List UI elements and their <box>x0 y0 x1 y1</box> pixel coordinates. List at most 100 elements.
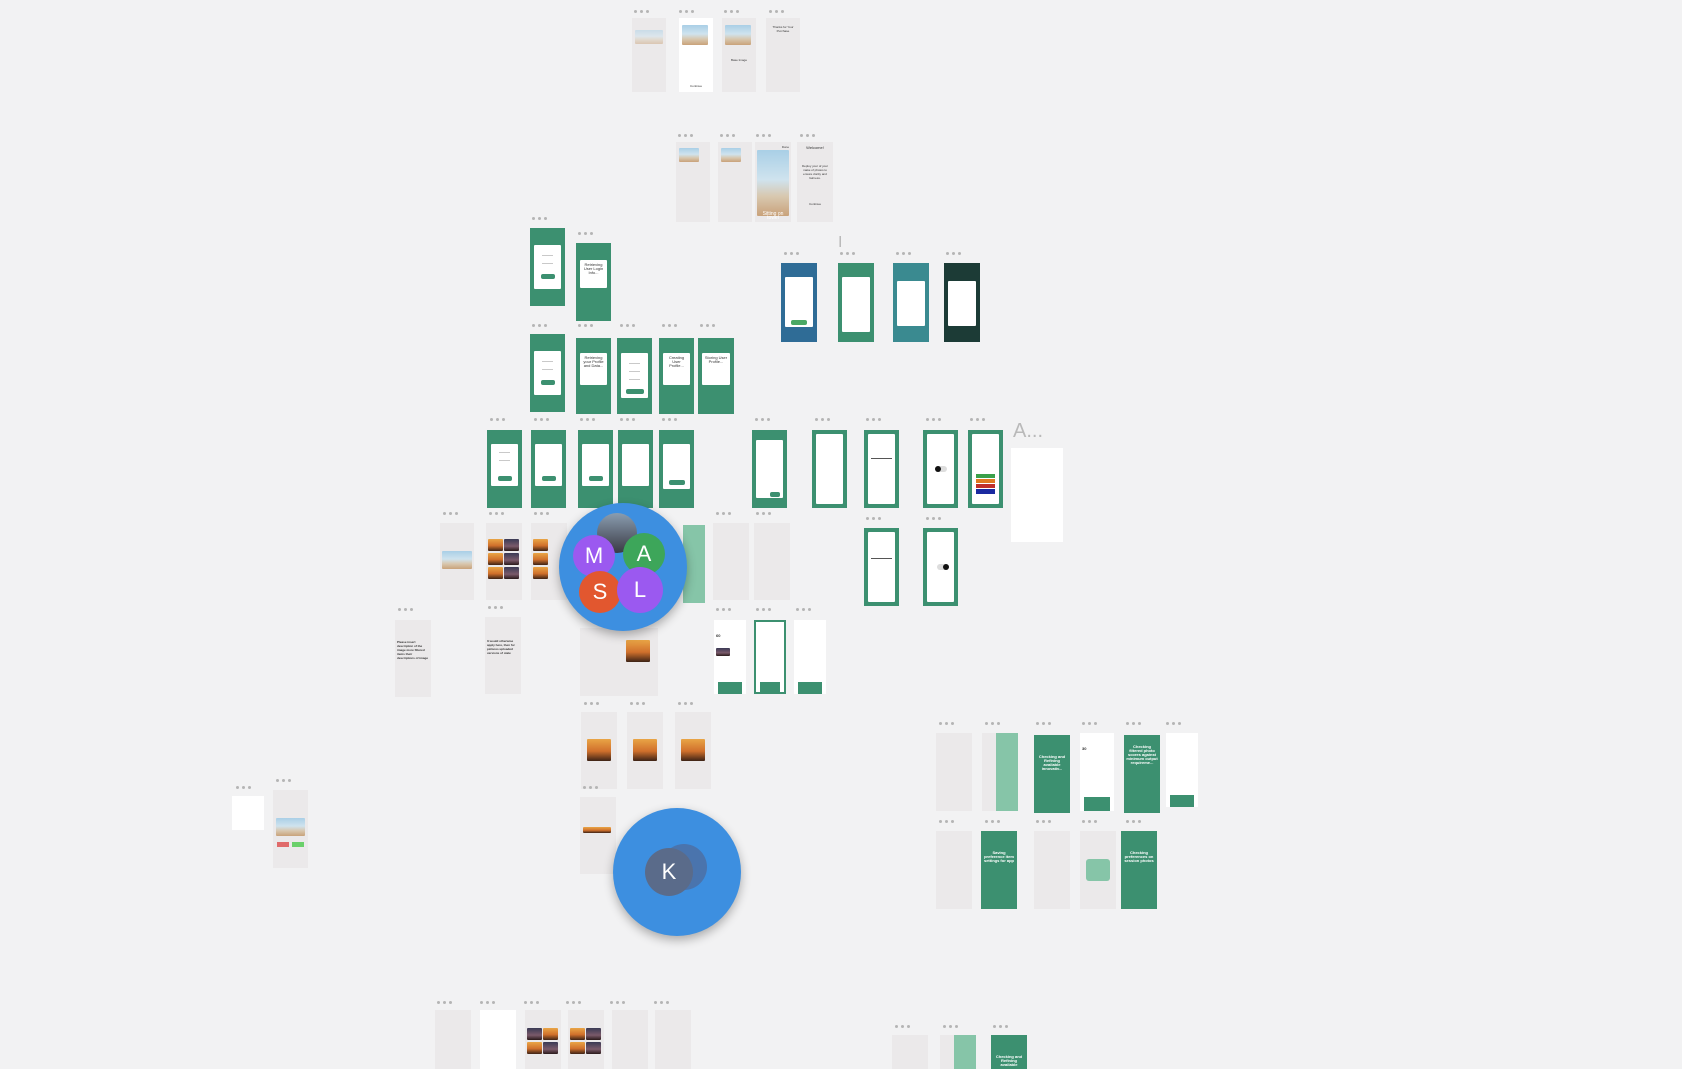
frame-menu-icon[interactable] <box>716 512 734 516</box>
frame-menu-icon[interactable] <box>654 1001 672 1005</box>
login-button[interactable] <box>540 380 555 385</box>
frame-menu-icon[interactable] <box>840 252 858 256</box>
frame-menu-icon[interactable] <box>939 820 957 824</box>
frame-menu-icon[interactable] <box>1082 820 1100 824</box>
frame-menu-icon[interactable] <box>970 418 988 422</box>
frame-market-2[interactable] <box>754 620 786 694</box>
frame-menu-icon[interactable] <box>756 134 774 138</box>
frame-logo-screen[interactable] <box>713 523 749 600</box>
frame-image-select[interactable]: Continue <box>679 18 713 92</box>
gallery-photo[interactable] <box>488 553 503 565</box>
item-photo[interactable] <box>716 648 730 656</box>
frame-signup[interactable] <box>617 338 652 414</box>
frame-login-2[interactable] <box>530 334 565 412</box>
frame-photo-2[interactable] <box>718 142 752 222</box>
frame-menu-icon[interactable] <box>716 608 734 612</box>
frame-policy-2[interactable] <box>838 263 874 342</box>
frame-menu-icon[interactable] <box>720 134 738 138</box>
gallery-photo[interactable] <box>543 1028 558 1040</box>
frame-color-settings[interactable] <box>968 430 1003 508</box>
accept-button[interactable] <box>791 320 807 325</box>
frame-menu-icon[interactable] <box>578 324 596 328</box>
frame-settings-1[interactable] <box>752 430 787 508</box>
frame-menu-icon[interactable] <box>634 10 652 14</box>
frame-menu-icon[interactable] <box>1082 722 1100 726</box>
frame-app-logo-2[interactable] <box>1034 831 1070 909</box>
gallery-photo[interactable] <box>527 1042 542 1054</box>
frame-menu-icon[interactable] <box>662 324 680 328</box>
frame-upload[interactable] <box>632 18 666 92</box>
frame-sunset-a[interactable] <box>581 712 617 789</box>
gallery-photo[interactable] <box>504 567 519 579</box>
figma-canvas[interactable]: Continue Base Image Thanks for Your Purc… <box>0 0 1682 1069</box>
frame-menu-icon[interactable] <box>620 418 638 422</box>
avatar-l[interactable]: L <box>617 567 663 613</box>
frame-menu-icon[interactable] <box>566 1001 584 1005</box>
frame-menu-icon[interactable] <box>236 786 254 790</box>
frame-menu-icon[interactable] <box>800 134 818 138</box>
frame-menu-icon[interactable] <box>756 512 774 516</box>
frame-popup[interactable] <box>1080 831 1116 909</box>
reject-button[interactable] <box>277 842 289 847</box>
frame-menu-icon[interactable] <box>532 217 550 221</box>
frame-form-5[interactable] <box>659 430 694 508</box>
collaborator-bubble-k[interactable]: K <box>613 808 741 936</box>
submit-button[interactable] <box>497 476 512 481</box>
frame-text-screen[interactable] <box>754 523 790 600</box>
submit-button[interactable] <box>541 476 556 481</box>
gallery-photo[interactable] <box>533 539 548 551</box>
gallery-photo[interactable] <box>533 567 548 579</box>
frame-checking-filtered[interactable]: Checking filtered photo scores against m… <box>1124 735 1160 813</box>
gallery-photo[interactable] <box>586 1042 601 1054</box>
frame-menu-icon[interactable] <box>926 517 944 521</box>
frame-gallery-1[interactable] <box>486 523 522 600</box>
frame-slider[interactable] <box>864 430 899 508</box>
toggle-switch[interactable] <box>935 466 947 472</box>
submit-button[interactable] <box>588 476 603 481</box>
frame-menu-icon[interactable] <box>755 418 773 422</box>
frame-sunset-c[interactable] <box>675 712 711 789</box>
frame-menu-icon[interactable] <box>700 324 718 328</box>
frame-menu-icon[interactable] <box>815 418 833 422</box>
frame-base-image[interactable]: Base Image <box>722 18 756 92</box>
frame-menu-icon[interactable] <box>630 702 648 706</box>
frame-market-5[interactable] <box>1166 733 1198 807</box>
frame-sunset-photo[interactable] <box>618 628 658 696</box>
frame-photo-left[interactable] <box>440 523 474 600</box>
frame-checking-refining[interactable]: Checking and Refining available innovati… <box>1034 735 1070 813</box>
frame-welcome[interactable]: Welcome! Deploy your of your make of pho… <box>797 142 833 222</box>
frame-menu-icon[interactable] <box>443 512 461 516</box>
frame-bottom-gallery-2[interactable] <box>568 1010 604 1069</box>
frame-menu-icon[interactable] <box>524 1001 542 1005</box>
frame-toggle-2[interactable] <box>923 528 958 606</box>
frame-menu-icon[interactable] <box>784 252 802 256</box>
frame-result[interactable] <box>580 797 616 874</box>
popup-card[interactable] <box>1086 859 1110 881</box>
gallery-photo[interactable] <box>527 1028 542 1040</box>
frame-form-2[interactable] <box>531 430 566 508</box>
gallery-photo[interactable] <box>488 539 503 551</box>
blue-swatch[interactable] <box>976 489 995 494</box>
gallery-photo[interactable] <box>488 567 503 579</box>
accept-button[interactable] <box>292 842 304 847</box>
frame-terms[interactable] <box>893 263 929 342</box>
frame-menu-icon[interactable] <box>276 779 294 783</box>
frame-menu-icon[interactable] <box>1036 722 1054 726</box>
green-swatch[interactable] <box>976 474 995 478</box>
next-button[interactable] <box>769 492 780 497</box>
frame-retrieving-login[interactable]: Retrieving User Login Info... <box>576 243 611 321</box>
frame-bottom-checking[interactable]: Checking and Refining available <box>991 1035 1027 1069</box>
frame-description-1[interactable]: Please insert description of the image m… <box>395 620 431 697</box>
gallery-photo[interactable] <box>570 1028 585 1040</box>
frame-menu-icon[interactable] <box>534 418 552 422</box>
frame-menu-icon[interactable] <box>678 702 696 706</box>
frame-menu-icon[interactable] <box>489 512 507 516</box>
frame-saving-preferences[interactable]: Saving preference item settings for app <box>981 831 1017 909</box>
frame-menu-icon[interactable] <box>985 722 1003 726</box>
frame-compare[interactable] <box>273 790 308 868</box>
frame-retrieving-profile[interactable]: Retrieving your Profile and Data... <box>576 338 611 414</box>
gallery-photo[interactable] <box>586 1028 601 1040</box>
frame-bottom-4[interactable] <box>655 1010 691 1069</box>
frame-menu-icon[interactable] <box>866 517 884 521</box>
frame-login-1[interactable] <box>530 228 565 306</box>
